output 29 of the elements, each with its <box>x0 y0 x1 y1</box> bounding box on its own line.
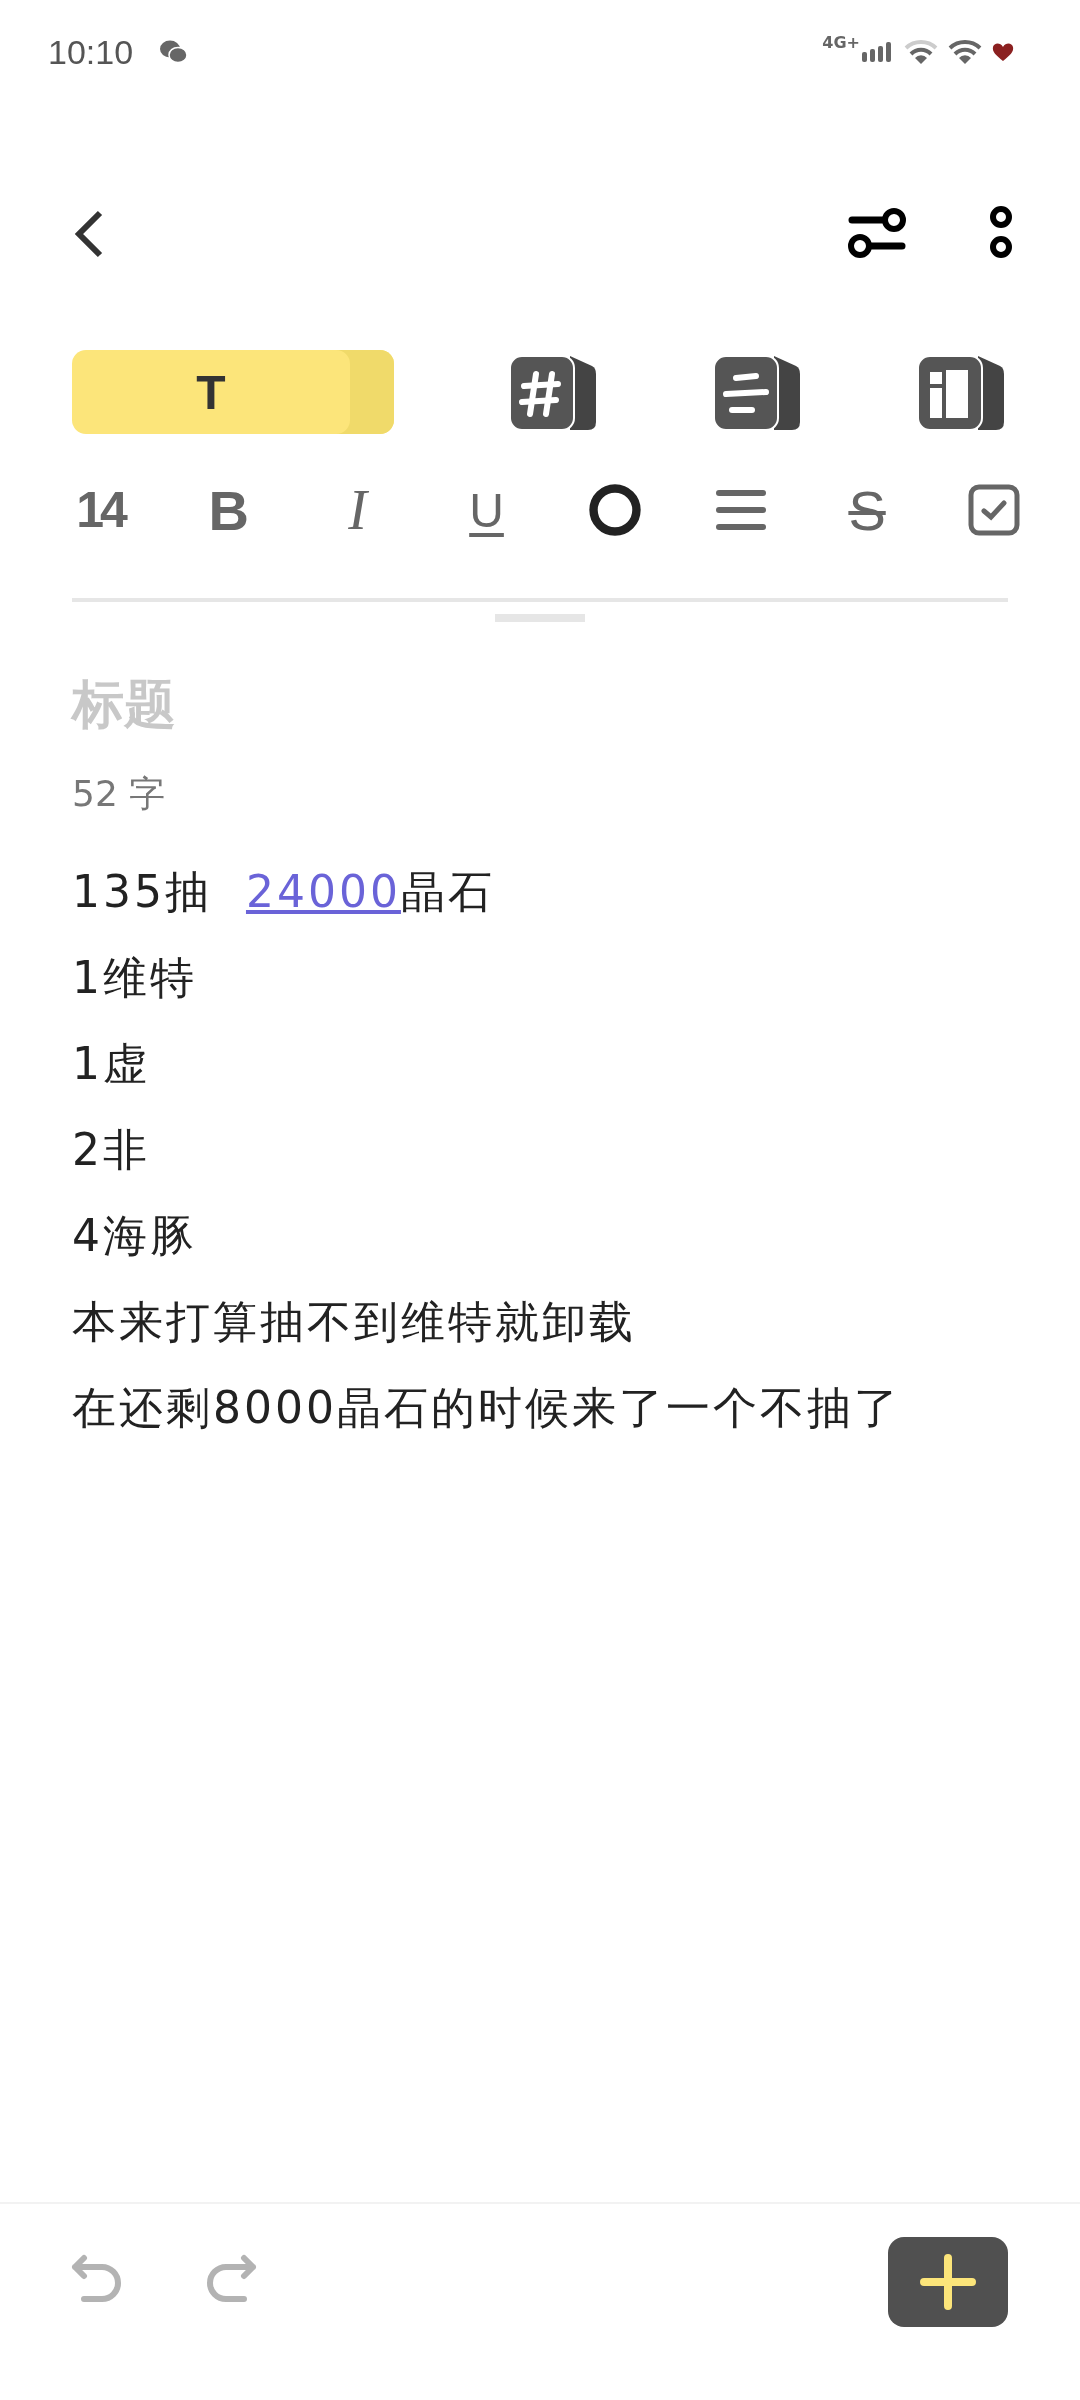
body-line: 1虚 <box>72 1037 151 1091</box>
chat-app-icon <box>159 39 190 65</box>
text-mode-tab[interactable]: T <box>72 350 394 434</box>
align-icon[interactable] <box>716 488 767 532</box>
italic-button[interactable]: I <box>329 478 386 542</box>
heart-icon <box>992 42 1014 62</box>
drag-handle[interactable] <box>495 614 585 622</box>
body-line: 4海豚 <box>72 1209 198 1263</box>
wifi-icon <box>904 38 938 66</box>
add-button[interactable] <box>888 2237 1008 2327</box>
word-count: 52 字 <box>72 772 167 816</box>
body-line: 在还剩8000晶石的时候来了一个不抽了 <box>72 1381 902 1435</box>
plus-icon <box>920 2254 976 2310</box>
network-type: 4G+ <box>822 32 860 52</box>
font-size-button[interactable]: 14 <box>72 481 128 539</box>
link[interactable]: 24000 <box>245 866 401 917</box>
strikethrough-button[interactable]: S <box>839 477 896 543</box>
signal-icon <box>862 42 894 62</box>
body-line: 本来打算抽不到维特就卸载 <box>72 1295 637 1349</box>
bold-button[interactable]: B <box>200 477 257 543</box>
body-line: 1维特 <box>72 951 198 1005</box>
back-icon[interactable] <box>74 209 104 259</box>
status-time: 10:10 <box>48 32 134 72</box>
body-line: 2非 <box>72 1123 151 1177</box>
wifi-icon <box>948 38 982 66</box>
body-line: 135抽 24000晶石 <box>72 865 496 919</box>
checkbox-icon[interactable] <box>967 484 1020 536</box>
ring-icon[interactable] <box>587 482 644 538</box>
underline-button[interactable]: U <box>458 482 515 538</box>
